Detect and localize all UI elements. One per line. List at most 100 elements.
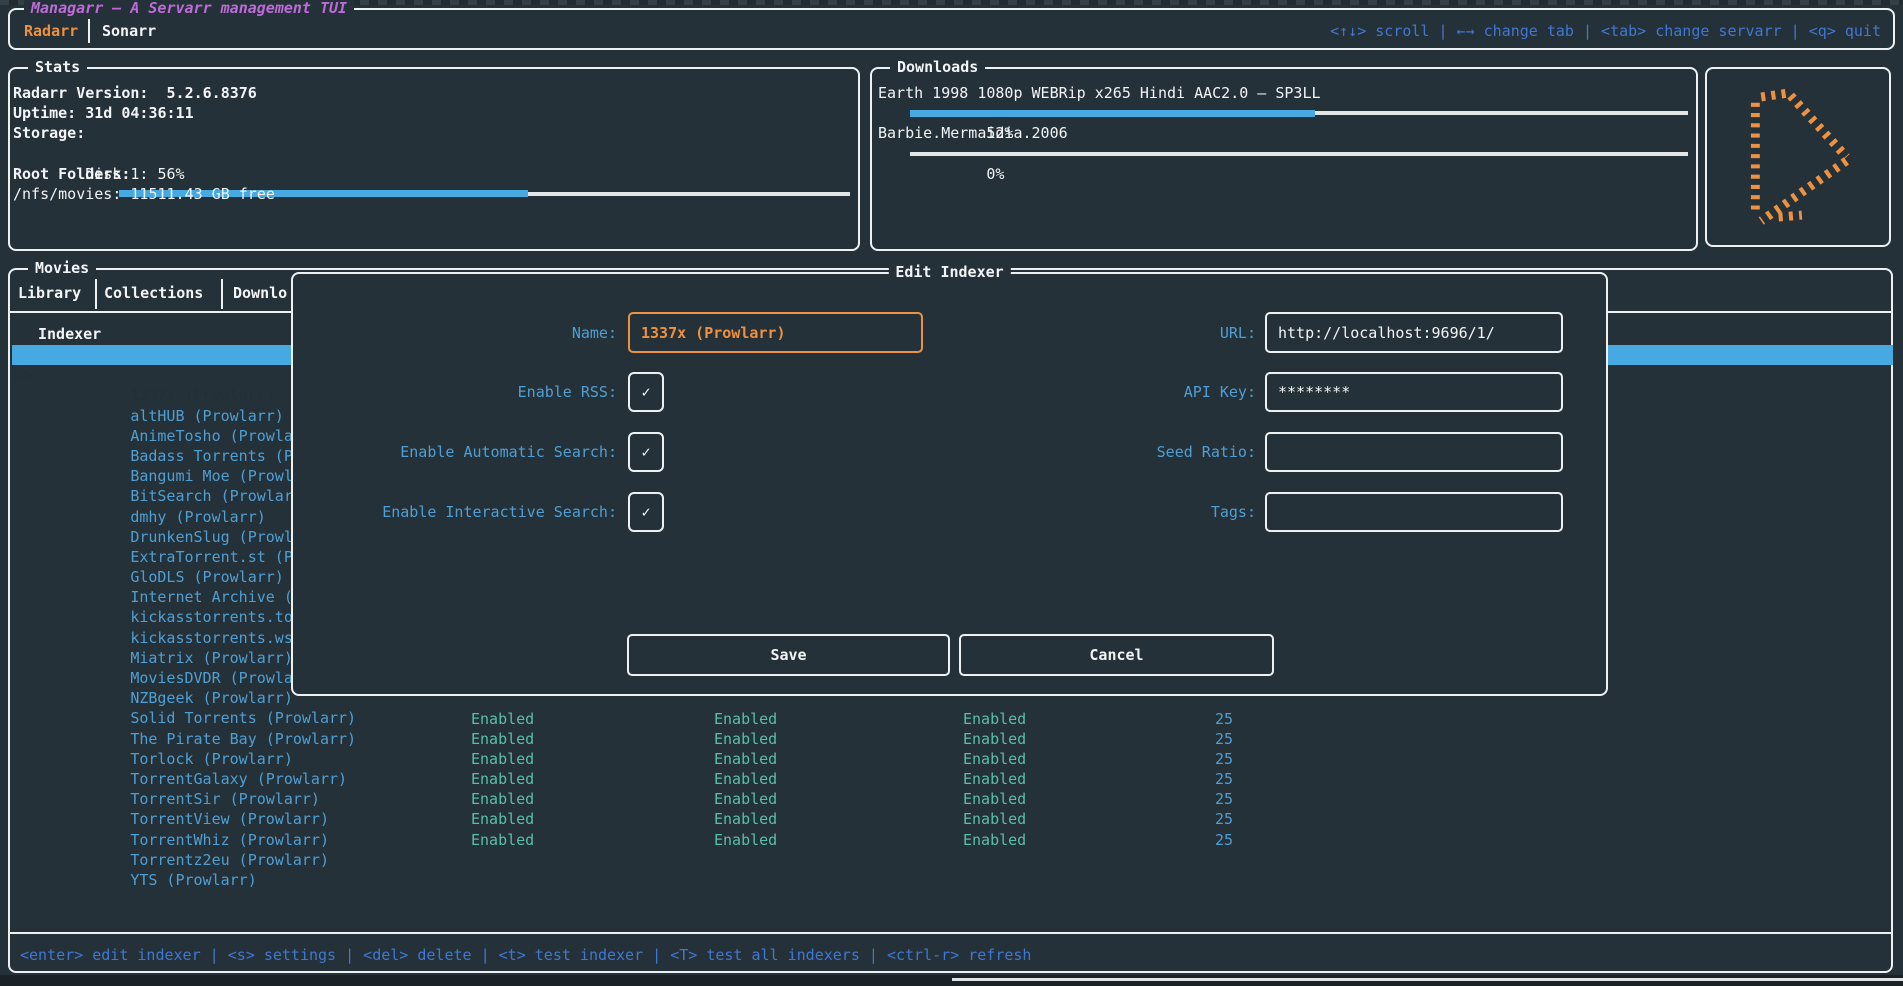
- enable-automatic-search-checkbox[interactable]: ✓: [628, 432, 664, 472]
- downloads-panel-title: Downloads: [890, 57, 985, 77]
- rss-cell: Enabled: [471, 769, 534, 789]
- disk-usage-line: Disk 1: 56%: [13, 144, 852, 164]
- rss-cell: Enabled: [471, 729, 534, 749]
- api-key-label: API Key:: [1056, 372, 1256, 412]
- indexer-table-row: Enabled Enabled Enabled 25: [10, 809, 1895, 829]
- enable-interactive-search-label: Enable Interactive Search:: [293, 492, 617, 532]
- managarr-play-logo: [1736, 87, 1860, 227]
- automatic-search-cell: Enabled: [714, 769, 777, 789]
- interactive-search-cell: Enabled: [963, 809, 1026, 829]
- automatic-search-cell: Enabled: [714, 830, 777, 850]
- interactive-search-cell: Enabled: [963, 830, 1026, 850]
- priority-cell: 25: [1215, 809, 1233, 829]
- tab-library[interactable]: Library: [18, 282, 81, 304]
- priority-cell: 25: [1215, 709, 1233, 729]
- interactive-search-cell: Enabled: [963, 789, 1026, 809]
- priority-cell: 25: [1215, 769, 1233, 789]
- automatic-search-cell: Enabled: [714, 789, 777, 809]
- automatic-search-cell: Enabled: [714, 749, 777, 769]
- save-button-label: Save: [770, 646, 806, 664]
- tags-label: Tags:: [1056, 492, 1256, 532]
- name-value: 1337x (Prowlarr): [641, 324, 786, 342]
- tab-collections[interactable]: Collections: [104, 282, 203, 304]
- indexer-name: Torrentz2eu (Prowlarr): [130, 851, 329, 869]
- automatic-search-cell: Enabled: [714, 709, 777, 729]
- managarr-tui-screen: Managarr – A Servarr management TUI Rada…: [0, 0, 1903, 986]
- indexer-name: YTS (Prowlarr): [130, 871, 256, 889]
- api-key-input[interactable]: ********: [1265, 372, 1563, 412]
- bottom-keybindings: <enter> edit indexer | <s> settings | <d…: [20, 945, 1031, 965]
- enable-rss-checkbox[interactable]: ✓: [628, 372, 664, 412]
- checkmark-icon: ✓: [641, 443, 650, 461]
- top-keybindings: <↑↓> scroll | ←→ change tab | <tab> chan…: [1330, 20, 1881, 42]
- root-folder-free: /nfs/movies: 11511.43 GB free: [13, 184, 852, 204]
- rss-cell: Enabled: [471, 789, 534, 809]
- bottom-window-edge: [952, 978, 1903, 981]
- storage-heading: Storage:: [13, 123, 852, 143]
- indexer-column-header: Indexer: [38, 324, 101, 344]
- enable-rss-label: Enable RSS:: [293, 372, 617, 412]
- downloads-list: Earth 1998 1080p WEBRip x265 Hindi AAC2.…: [878, 83, 1690, 164]
- interactive-search-cell: Enabled: [963, 729, 1026, 749]
- edit-indexer-modal: Edit Indexer Name: 1337x (Prowlarr) URL:…: [291, 272, 1608, 696]
- priority-cell: 25: [1215, 749, 1233, 769]
- movies-tab-divider: [95, 279, 97, 309]
- download-bar-track: [910, 152, 1688, 156]
- checkmark-icon: ✓: [641, 383, 650, 401]
- checkmark-icon: ✓: [641, 503, 650, 521]
- priority-cell: 25: [1215, 830, 1233, 850]
- rss-cell: Enabled: [471, 709, 534, 729]
- download-item: Barbie.Mermaidia.2006 0%: [878, 123, 1690, 163]
- stats-panel-title: Stats: [28, 57, 87, 77]
- movies-panel-title: Movies: [28, 258, 96, 278]
- app-title: Managarr – A Servarr management TUI: [24, 0, 354, 18]
- indexer-table-row: Enabled Enabled Enabled 25: [10, 749, 1895, 769]
- modal-title: Edit Indexer: [888, 262, 1010, 282]
- save-button[interactable]: Save: [627, 634, 950, 676]
- tab-downloads[interactable]: Downlo: [233, 282, 287, 304]
- downloads-panel: Downloads Earth 1998 1080p WEBRip x265 H…: [870, 67, 1698, 251]
- name-input[interactable]: 1337x (Prowlarr): [628, 312, 923, 353]
- indexer-table-cells: Enabled Enabled Enabled 25 Enabled Enabl…: [10, 709, 1895, 850]
- enable-automatic-search-label: Enable Automatic Search:: [293, 432, 617, 472]
- indexer-table-row: Enabled Enabled Enabled 25: [10, 769, 1895, 789]
- rss-cell: Enabled: [471, 830, 534, 850]
- download-progress-line: 52%: [878, 103, 1690, 123]
- seed-ratio-input[interactable]: [1265, 432, 1563, 472]
- enable-interactive-search-checkbox[interactable]: ✓: [628, 492, 664, 532]
- tab-sonarr[interactable]: Sonarr: [102, 20, 156, 42]
- url-input[interactable]: http://localhost:9696/1/: [1265, 312, 1563, 353]
- name-label: Name:: [293, 312, 617, 353]
- tab-radarr[interactable]: Radarr: [24, 20, 78, 42]
- tags-input[interactable]: [1265, 492, 1563, 532]
- seed-ratio-label: Seed Ratio:: [1056, 432, 1256, 472]
- rss-cell: Enabled: [471, 809, 534, 829]
- download-title: Earth 1998 1080p WEBRip x265 Hindi AAC2.…: [878, 83, 1690, 103]
- radarr-version: Radarr Version: 5.2.6.8376: [13, 83, 852, 103]
- stats-panel: Stats Radarr Version: 5.2.6.8376 Uptime:…: [8, 67, 860, 251]
- priority-cell: 25: [1215, 789, 1233, 809]
- interactive-search-cell: Enabled: [963, 709, 1026, 729]
- keybar-divider: [10, 932, 1891, 934]
- logo-panel: [1705, 67, 1891, 247]
- indexer-table-row: Enabled Enabled Enabled 25: [10, 789, 1895, 809]
- api-key-value: ********: [1278, 383, 1350, 401]
- download-item: Earth 1998 1080p WEBRip x265 Hindi AAC2.…: [878, 83, 1690, 123]
- indexer-table-row: Enabled Enabled Enabled 25: [10, 830, 1895, 850]
- download-progress-bar: [910, 144, 1688, 164]
- rss-cell: Enabled: [471, 749, 534, 769]
- download-progress-bar: [910, 103, 1688, 123]
- uptime: Uptime: 31d 04:36:11: [13, 103, 852, 123]
- root-folders-heading: Root Folders:: [13, 164, 852, 184]
- top-bar: Managarr – A Servarr management TUI Rada…: [8, 8, 1895, 50]
- tab-divider: [88, 19, 90, 43]
- url-label: URL:: [1056, 312, 1256, 353]
- interactive-search-cell: Enabled: [963, 769, 1026, 789]
- interactive-search-cell: Enabled: [963, 749, 1026, 769]
- priority-cell: 25: [1215, 729, 1233, 749]
- cancel-button[interactable]: Cancel: [959, 634, 1274, 676]
- download-bar-fill: [910, 110, 1315, 117]
- url-value: http://localhost:9696/1/: [1278, 324, 1495, 342]
- movies-tab-divider: [221, 279, 223, 309]
- automatic-search-cell: Enabled: [714, 809, 777, 829]
